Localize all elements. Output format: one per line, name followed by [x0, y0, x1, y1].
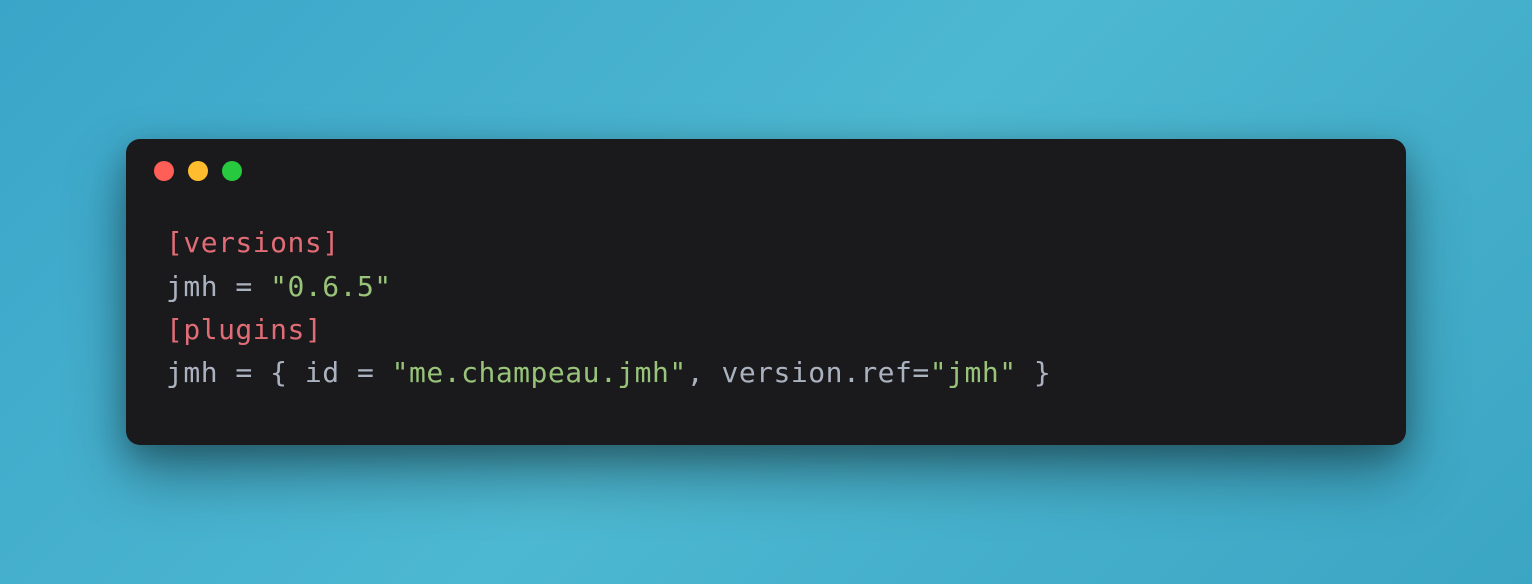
code-brace: {: [270, 356, 305, 389]
window-titlebar: [126, 139, 1406, 191]
code-op: =: [340, 356, 392, 389]
code-window: [versions] jmh = "0.6.5" [plugins] jmh =…: [126, 139, 1406, 445]
minimize-icon[interactable]: [188, 161, 208, 181]
code-string: "me.champeau.jmh": [392, 356, 687, 389]
maximize-icon[interactable]: [222, 161, 242, 181]
code-comma: ,: [687, 356, 722, 389]
code-string: "0.6.5": [270, 270, 392, 303]
code-op: =: [218, 356, 270, 389]
code-brace: }: [1017, 356, 1052, 389]
code-prop-key: version.ref: [721, 356, 912, 389]
code-string: "jmh": [930, 356, 1017, 389]
code-prop-key: id: [305, 356, 340, 389]
code-section-versions: [versions]: [166, 226, 340, 259]
code-section-plugins: [plugins]: [166, 313, 322, 346]
code-op: =: [218, 270, 270, 303]
code-block: [versions] jmh = "0.6.5" [plugins] jmh =…: [126, 191, 1406, 445]
code-key: jmh: [166, 356, 218, 389]
code-key: jmh: [166, 270, 218, 303]
close-icon[interactable]: [154, 161, 174, 181]
code-op: =: [912, 356, 929, 389]
